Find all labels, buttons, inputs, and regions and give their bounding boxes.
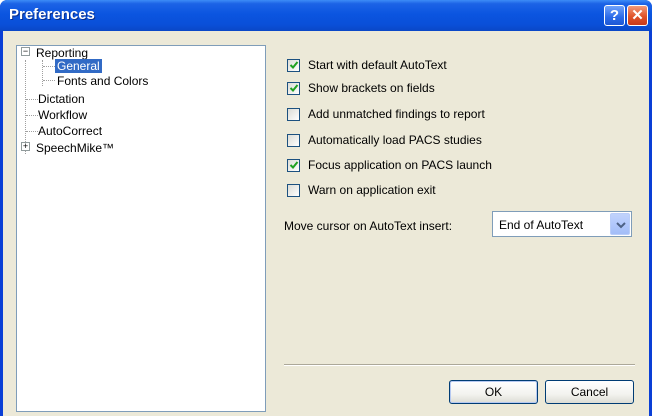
checkbox[interactable]: [287, 59, 300, 72]
tree-line: [42, 60, 43, 86]
tree-line: [25, 60, 26, 154]
option-label: Automatically load PACS studies: [308, 133, 482, 147]
option-label: Start with default AutoText: [308, 58, 447, 72]
title-bar[interactable]: Preferences ? ✕: [0, 0, 652, 31]
tree-line: [26, 115, 38, 116]
checkbox[interactable]: [287, 134, 300, 147]
cancel-button[interactable]: Cancel: [545, 380, 634, 404]
chevron-down-icon: [616, 222, 626, 229]
ok-button[interactable]: OK: [449, 380, 538, 404]
preferences-window: Preferences ? ✕ − Reporting General Font…: [0, 0, 652, 416]
tree-line: [43, 66, 55, 67]
checkbox[interactable]: [287, 159, 300, 172]
tree-item-autocorrect[interactable]: AutoCorrect: [38, 124, 102, 138]
tree-expander-icon[interactable]: +: [21, 142, 30, 151]
move-cursor-label: Move cursor on AutoText insert:: [284, 219, 453, 233]
checkmark-icon: [289, 61, 299, 69]
close-icon: ✕: [631, 7, 644, 24]
separator: [284, 364, 635, 366]
option-label: Focus application on PACS launch: [308, 158, 492, 172]
checkbox[interactable]: [287, 184, 300, 197]
close-button[interactable]: ✕: [627, 5, 648, 26]
category-tree[interactable]: − Reporting General Fonts and Colors Dic…: [16, 45, 266, 412]
checkbox[interactable]: [287, 108, 300, 121]
option-label: Warn on application exit: [308, 183, 436, 197]
tree-line: [26, 131, 38, 132]
checkmark-icon: [289, 84, 299, 92]
checkmark-icon: [289, 161, 299, 169]
tree-item-reporting[interactable]: Reporting: [36, 46, 88, 60]
window-title: Preferences: [9, 6, 95, 23]
tree-item-dictation[interactable]: Dictation: [38, 92, 85, 106]
help-button[interactable]: ?: [604, 5, 625, 26]
tree-item-fonts-and-colors[interactable]: Fonts and Colors: [57, 74, 148, 88]
option-label: Add unmatched findings to report: [308, 107, 485, 121]
checkbox[interactable]: [287, 82, 300, 95]
tree-line: [26, 99, 38, 100]
move-cursor-select[interactable]: End of AutoText: [492, 211, 632, 237]
dropdown-button[interactable]: [610, 213, 630, 235]
option-label: Show brackets on fields: [308, 81, 435, 95]
tree-expander-icon[interactable]: −: [21, 47, 30, 56]
help-icon: ?: [609, 7, 620, 24]
tree-item-speechmike[interactable]: SpeechMike™: [36, 141, 114, 155]
dialog-client-area: − Reporting General Fonts and Colors Dic…: [3, 31, 649, 416]
tree-line: [43, 80, 55, 81]
tree-item-general[interactable]: General: [55, 59, 102, 73]
move-cursor-value: End of AutoText: [499, 218, 584, 232]
tree-item-workflow[interactable]: Workflow: [38, 108, 87, 122]
